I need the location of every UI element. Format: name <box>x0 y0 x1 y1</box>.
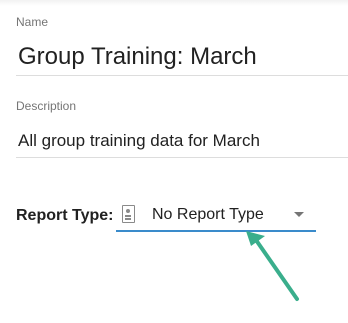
edit-report-form: Name Group Training: March Description A… <box>0 0 348 323</box>
pointer-arrow-icon <box>246 231 299 301</box>
